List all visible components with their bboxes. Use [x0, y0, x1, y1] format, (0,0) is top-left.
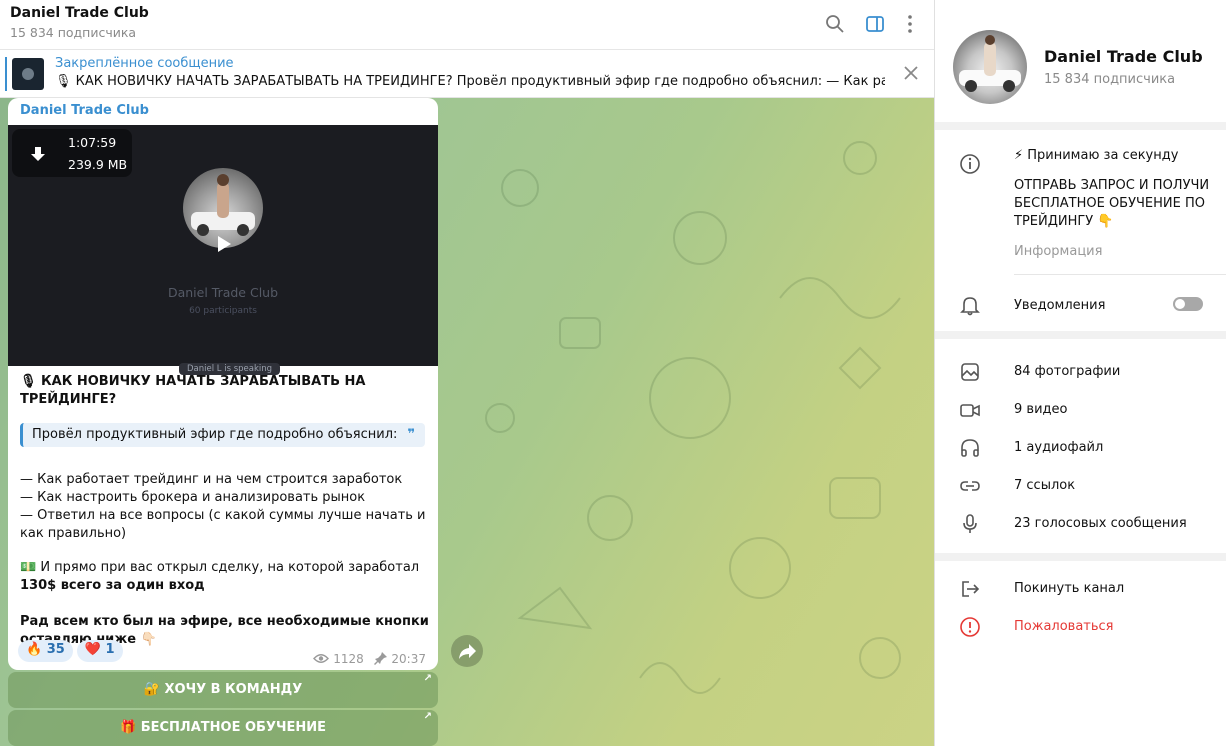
join-team-button[interactable]: 🔐 ХОЧУ В КОМАНДУ ↗ — [8, 672, 438, 708]
divider — [935, 122, 1226, 130]
external-link-icon: ↗ — [423, 673, 432, 684]
post-time: 20:37 — [391, 652, 426, 666]
media-photos[interactable]: 84 фотографии — [1014, 364, 1120, 379]
photo-icon — [961, 363, 979, 381]
video-participants: 60 participants — [189, 306, 257, 316]
notifications-toggle[interactable] — [1173, 297, 1203, 311]
channel-subscribers: 15 834 подписчика — [1044, 72, 1176, 87]
reaction-fire[interactable]: 🔥 35 — [18, 640, 73, 662]
headphones-icon — [961, 439, 979, 457]
media-videos[interactable]: 9 видео — [1014, 402, 1067, 417]
pin-icon — [373, 652, 387, 665]
leave-channel-button[interactable]: Покинуть канал — [1014, 581, 1124, 596]
report-button[interactable]: Пожаловаться — [1014, 619, 1114, 634]
post-title: 🎙 КАК НОВИЧКУ НАЧАТЬ ЗАРАБАТЫВАТЬ НА ТРЕ… — [20, 374, 366, 407]
close-icon[interactable] — [902, 64, 920, 82]
post-line: — Ответил на все вопросы (с какой суммы … — [20, 508, 426, 541]
media-audio[interactable]: 1 аудиофайл — [1014, 440, 1103, 455]
more-options-icon[interactable] — [899, 13, 921, 35]
video-icon — [960, 404, 980, 417]
share-button[interactable] — [451, 635, 483, 667]
notifications-label: Уведомления — [1014, 298, 1106, 313]
channel-avatar[interactable] — [953, 30, 1027, 104]
channel-post: Daniel Trade Club 1:07:59 239.9 MB Danie… — [8, 98, 438, 670]
pinned-thumbnail — [12, 58, 44, 90]
divider — [935, 553, 1226, 561]
post-text: 🎙 КАК НОВИЧКУ НАЧАТЬ ЗАРАБАТЫВАТЬ НА ТРЕ… — [20, 373, 430, 649]
video-call-name: Daniel Trade Club — [167, 285, 279, 300]
divider — [935, 331, 1226, 339]
info-icon — [960, 154, 980, 174]
download-icon[interactable] — [30, 145, 46, 163]
microphone-icon — [963, 514, 977, 533]
info-label: Информация — [1014, 244, 1103, 259]
external-link-icon: ↗ — [423, 711, 432, 722]
bell-icon — [960, 297, 980, 316]
pinned-accent-bar — [5, 57, 7, 91]
description-line1: ⚡ Принимаю за секунду — [1014, 148, 1179, 163]
quote-text: Провёл продуктивный эфир где подробно об… — [32, 427, 398, 442]
post-line: — Как работает трейдинг и на чем строитс… — [20, 472, 403, 487]
deal-amount: 130$ всего за один вход — [20, 578, 205, 593]
media-links[interactable]: 7 ссылок — [1014, 478, 1075, 493]
pinned-label: Закреплённое сообщение — [55, 56, 234, 71]
pinned-text: 🎙 КАК НОВИЧКУ НАЧАТЬ ЗАРАБАТЫВАТЬ НА ТРЕ… — [55, 74, 885, 89]
play-icon[interactable] — [212, 233, 234, 255]
report-icon — [960, 617, 980, 637]
join-team-label: 🔐 ХОЧУ В КОМАНДУ — [143, 682, 303, 697]
free-training-label: 🎁 БЕСПЛАТНОЕ ОБУЧЕНИЕ — [120, 720, 326, 735]
reactions: 🔥 35 ❤️ 1 — [18, 640, 127, 662]
video-preview[interactable]: 1:07:59 239.9 MB Daniel Trade Club 60 pa… — [8, 125, 438, 375]
toggle-knob — [1175, 299, 1185, 309]
post-quote: Провёл продуктивный эфир где подробно об… — [20, 423, 426, 447]
search-icon[interactable] — [824, 13, 846, 35]
sidebar-toggle-icon[interactable] — [864, 13, 886, 35]
share-arrow-icon[interactable] — [451, 635, 483, 667]
views-eye-icon — [313, 654, 330, 663]
post-meta: 1128 20:37 — [313, 651, 426, 666]
leave-icon — [962, 581, 980, 597]
media-voice[interactable]: 23 голосовых сообщения — [1014, 516, 1187, 531]
quote-mark-icon: ❞ — [407, 427, 416, 442]
telegram-window: Daniel Trade Club 15 834 подписчика Закр… — [0, 0, 1226, 746]
reaction-heart[interactable]: ❤️ 1 — [76, 640, 123, 662]
channel-info-panel: Daniel Trade Club 15 834 подписчика ⚡ Пр… — [934, 0, 1226, 746]
chat-title[interactable]: Daniel Trade Club — [10, 5, 149, 21]
chat-area: Daniel Trade Club 15 834 подписчика Закр… — [0, 0, 934, 746]
download-badge[interactable]: 1:07:59 239.9 MB — [12, 129, 132, 177]
video-size: 239.9 MB — [68, 157, 128, 172]
channel-description: ⚡ Принимаю за секунду ОТПРАВЬ ЗАПРОС И П… — [1014, 147, 1214, 231]
description-line2: ОТПРАВЬ ЗАПРОС И ПОЛУЧИ БЕСПЛАТНОЕ ОБУЧЕ… — [1014, 178, 1210, 229]
views-count: 1128 — [333, 652, 364, 666]
chat-subscribers: 15 834 подписчика — [10, 25, 137, 40]
post-line: — Как настроить брокера и анализировать … — [20, 490, 366, 505]
post-deal: 💵 И прямо при вас открыл сделку, на кото… — [20, 559, 430, 595]
post-author[interactable]: Daniel Trade Club — [20, 103, 149, 118]
divider — [1014, 274, 1226, 275]
video-duration: 1:07:59 — [68, 135, 117, 150]
link-icon — [960, 481, 980, 491]
deal-prefix: 💵 И прямо при вас открыл сделку, на кото… — [20, 560, 420, 575]
chat-header[interactable]: Daniel Trade Club 15 834 подписчика — [0, 0, 934, 50]
pinned-message-bar[interactable]: Закреплённое сообщение 🎙 КАК НОВИЧКУ НАЧ… — [0, 50, 934, 98]
channel-name: Daniel Trade Club — [1044, 47, 1203, 66]
free-training-button[interactable]: 🎁 БЕСПЛАТНОЕ ОБУЧЕНИЕ ↗ — [8, 710, 438, 746]
